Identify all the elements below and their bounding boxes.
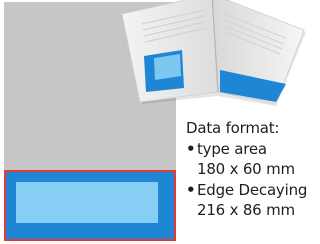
spec-heading: Data format: — [186, 119, 280, 137]
magazine-mockup-icon — [121, 0, 306, 106]
spec-item-label: type area — [197, 139, 267, 158]
spec-item-type-area: • type area 180 x 60 mm — [186, 139, 304, 180]
bullet-icon: • — [186, 180, 196, 199]
type-area-box — [16, 182, 158, 223]
spec-list: • type area 180 x 60 mm • Edge Decaying 21… — [186, 139, 308, 221]
bleed-area-box — [4, 170, 176, 241]
data-format-spec: Data format: • type area 180 x 60 mm • Edg… — [186, 118, 308, 221]
spec-item-label: Edge Decaying — [197, 180, 308, 199]
spec-item-dimensions: 180 x 60 mm — [197, 160, 295, 178]
spec-item-dimensions: 216 x 86 mm — [197, 201, 295, 219]
bullet-icon: • — [186, 139, 196, 158]
spec-item-edge-decaying: • Edge Decaying 216 x 86 mm — [186, 180, 308, 221]
